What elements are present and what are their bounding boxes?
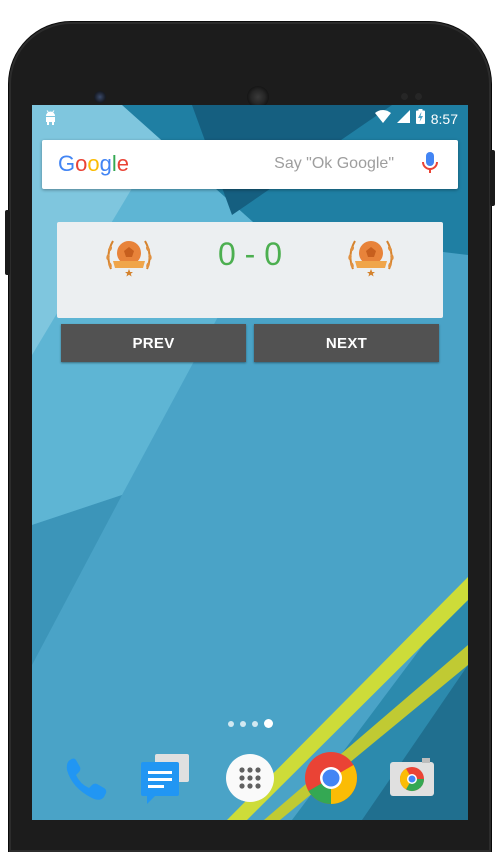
app-dock: [32, 745, 468, 820]
football-crest-icon: [345, 235, 397, 282]
status-time: 8:57: [430, 111, 458, 127]
android-debug-icon: [44, 110, 57, 130]
chrome-app-icon[interactable]: [301, 748, 361, 808]
front-camera: [94, 91, 106, 103]
wallpaper: [32, 105, 468, 820]
messenger-app-icon[interactable]: [135, 748, 195, 808]
battery-charging-icon: [415, 109, 425, 129]
next-button[interactable]: NEXT: [254, 324, 439, 362]
google-logo: Google: [58, 151, 129, 177]
logo-letter: g: [99, 151, 112, 176]
page-dot: [239, 720, 246, 727]
status-bar: 8:57: [32, 105, 468, 131]
microphone-icon[interactable]: [422, 152, 438, 181]
proximity-sensor: [401, 93, 408, 100]
page-dot: [251, 720, 258, 727]
power-button[interactable]: [490, 150, 495, 206]
logo-letter: G: [58, 151, 76, 176]
phone-app-icon[interactable]: [56, 748, 116, 808]
page-dot: [227, 720, 234, 727]
search-hint: Say "Ok Google": [274, 155, 394, 172]
page-indicator: [32, 719, 468, 728]
wifi-icon: [374, 110, 391, 128]
camera-app-icon[interactable]: [382, 748, 442, 808]
prev-button[interactable]: PREV: [61, 324, 246, 362]
logo-letter: e: [116, 151, 130, 176]
home-screen: 8:57 Google Say "Ok Google" 0 - 0 PREV N…: [32, 105, 468, 820]
signal-icon: [396, 110, 410, 128]
volume-button[interactable]: [5, 210, 10, 275]
logo-letter: o: [75, 151, 88, 176]
google-search-bar[interactable]: Google Say "Ok Google": [42, 140, 458, 189]
light-sensor: [415, 93, 422, 100]
score-widget: 0 - 0: [57, 222, 443, 318]
logo-letter: o: [87, 151, 100, 176]
page-dot-active: [263, 719, 273, 728]
app-drawer-icon[interactable]: [220, 748, 280, 808]
